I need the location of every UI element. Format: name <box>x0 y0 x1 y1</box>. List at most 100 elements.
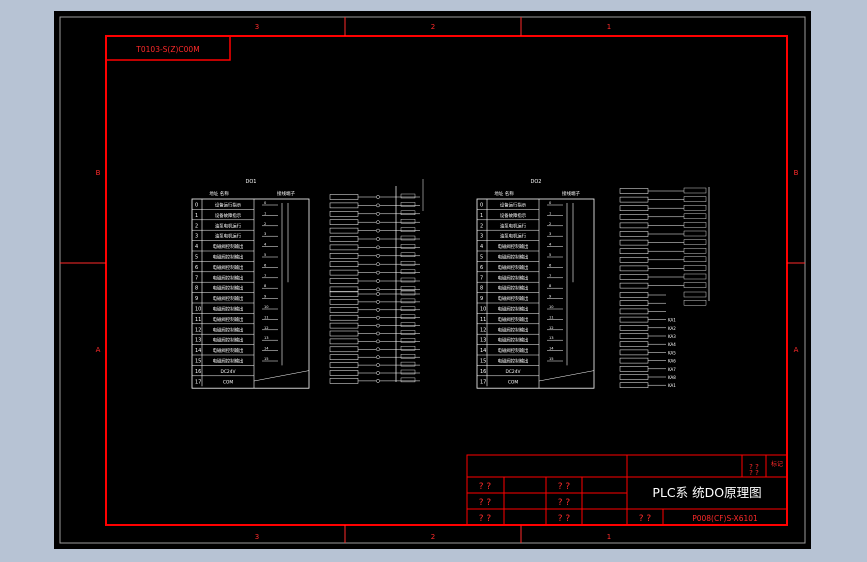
relay-label: KA5 <box>668 350 676 355</box>
do1-title: DO1 <box>246 179 257 185</box>
relay-contact-block <box>683 256 707 263</box>
io-label: 电磁阀控制输出 <box>498 264 529 271</box>
terminal-number: 6 <box>264 263 267 267</box>
io-label: 电磁阀控制输出 <box>213 274 244 281</box>
relay-coil <box>619 316 649 323</box>
terminal-number: 7 <box>549 274 551 278</box>
io-address: 12 <box>195 327 201 333</box>
terminal-number: 15 <box>549 357 554 361</box>
output-load <box>329 244 359 251</box>
relay-coil <box>619 366 649 372</box>
zone-col-top: 2 <box>431 23 435 31</box>
terminal-number: 5 <box>549 253 551 257</box>
relay-contact-block <box>683 213 707 220</box>
io-label: 设备运行指示 <box>215 202 242 209</box>
terminal-number: 6 <box>549 263 552 267</box>
tb-placeholder: ? ? <box>479 514 492 524</box>
terminal-number: 1 <box>264 211 266 215</box>
terminal-block <box>400 346 416 351</box>
output-load <box>329 314 359 321</box>
terminal-number: 3 <box>549 232 551 236</box>
terminal-block <box>400 260 416 266</box>
io-address: 11 <box>195 317 201 323</box>
io-address: 10 <box>195 307 201 313</box>
relay-contact-block <box>683 247 707 254</box>
zone-row-right: B <box>794 169 799 177</box>
io-label: 电磁阀控制输出 <box>498 254 529 261</box>
output-load <box>329 330 359 337</box>
terminal-number: 15 <box>264 357 269 361</box>
relay-coil <box>619 341 649 347</box>
relay-coil <box>619 231 649 237</box>
relay-coil <box>619 333 649 339</box>
io-label: 电磁阀控制输出 <box>498 295 529 302</box>
do1-panel: DO1 地址 名称 接线端子 0 设备运行指示01 设备故障指示12 油泵电机运行23… <box>191 179 310 389</box>
terminal-block <box>400 306 416 311</box>
terminal-number: 9 <box>264 295 267 299</box>
terminal-block <box>400 227 416 232</box>
relay-coil <box>619 374 649 380</box>
terminal-number: 7 <box>264 274 266 278</box>
zone-col-bottom: 1 <box>607 533 611 541</box>
io-label: 油泵电机运行 <box>215 222 242 229</box>
relay-coil <box>619 300 649 306</box>
relay-coil <box>619 382 649 388</box>
io-label: 电磁阀控制输出 <box>498 337 529 344</box>
io-label: 电磁阀控制输出 <box>213 326 244 333</box>
relay-contact-block <box>683 204 707 211</box>
io-label: 油泵电机运行 <box>500 222 527 229</box>
relay-coil <box>619 205 649 211</box>
terminal-block <box>400 210 416 216</box>
io-address: 4 <box>195 244 198 250</box>
terminal-number: 5 <box>264 253 266 257</box>
do2-right-header: 接线端子 <box>562 190 580 197</box>
zone-col-bottom: 2 <box>431 533 435 541</box>
io-address: 9 <box>195 296 198 302</box>
relay-coil <box>619 239 649 246</box>
relay-label: KA2 <box>668 326 676 331</box>
io-label: COM <box>508 379 519 385</box>
io-address: 4 <box>480 244 483 250</box>
relay-contact-block <box>683 222 707 228</box>
relay-coil <box>619 196 649 203</box>
io-address: 9 <box>480 296 483 302</box>
io-address: 13 <box>480 338 486 344</box>
io-address: 17 <box>480 379 486 385</box>
output-load <box>329 299 359 305</box>
io-label: 设备故障指示 <box>215 212 242 219</box>
relay-coil <box>619 308 649 315</box>
io-label: 电磁阀控制输出 <box>213 358 244 365</box>
io-address: 3 <box>195 234 198 240</box>
terminal-block <box>400 244 416 249</box>
terminal-block <box>400 314 416 319</box>
terminal-block <box>400 354 416 359</box>
output-load <box>329 322 359 329</box>
io-address: 2 <box>480 223 483 229</box>
relay-contact-block <box>683 273 707 280</box>
output-load <box>329 286 359 293</box>
terminal-block <box>400 298 416 304</box>
tb-corner-text: 标记 <box>771 460 783 468</box>
io-label: 设备运行指示 <box>500 202 527 209</box>
relay-coil <box>619 214 649 220</box>
terminal-block <box>400 202 416 207</box>
terminal-number: 12 <box>549 326 554 330</box>
io-label: 油泵电机运行 <box>215 233 242 240</box>
terminal-block <box>400 269 416 274</box>
terminal-number: 1 <box>549 211 551 215</box>
do1-right-header: 接线端子 <box>277 190 295 197</box>
io-address: 1 <box>480 213 483 219</box>
relay-coil <box>619 325 649 331</box>
drawing-viewport[interactable]: 3 2 1 3 2 1 B A B A T0103-S(Z)C00M DO1 地… <box>54 11 811 549</box>
tb-placeholder: ? ? <box>479 482 492 492</box>
output-load <box>329 338 359 345</box>
output-load <box>329 211 359 217</box>
terminal-number: 8 <box>549 284 552 288</box>
io-label: 电磁阀控制输出 <box>213 306 244 313</box>
io-label: 电磁阀控制输出 <box>213 264 244 271</box>
zone-ticks <box>60 17 805 543</box>
io-label: 设备故障指示 <box>500 212 527 219</box>
do1-output-wiring <box>329 179 424 384</box>
relay-contact-block <box>683 187 707 194</box>
zone-col-top: 1 <box>607 23 611 31</box>
